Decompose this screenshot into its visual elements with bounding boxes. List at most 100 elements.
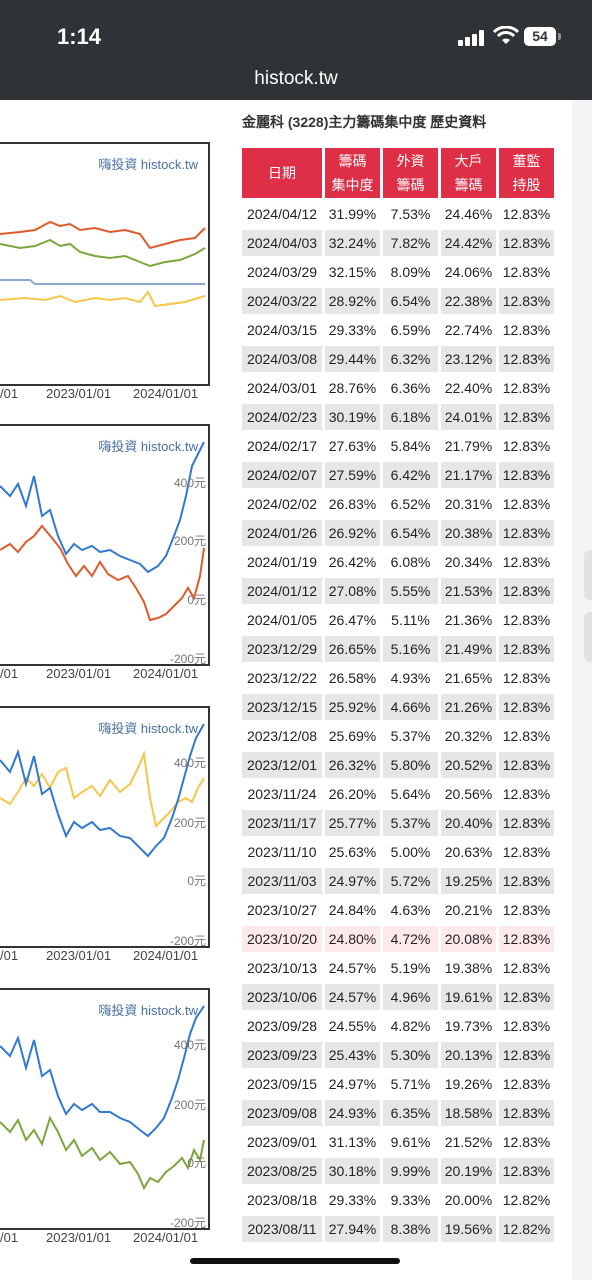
header-directors[interactable]: 董監 持股 bbox=[499, 148, 554, 198]
y-label: 400元 bbox=[173, 756, 206, 770]
cell-value: 4.72% bbox=[383, 926, 438, 952]
y-label: 0元 bbox=[187, 1156, 206, 1170]
cell-value: 30.18% bbox=[325, 1158, 380, 1184]
table-row: 2023/11/03 24.97% 5.72% 19.25% 12.83% bbox=[242, 868, 554, 894]
cell-value: 7.53% bbox=[390, 206, 431, 222]
cell-value: 6.32% bbox=[383, 346, 438, 372]
cell-value: 5.55% bbox=[383, 578, 438, 604]
cell-value: 24.06% bbox=[444, 264, 493, 280]
chart-3: 嗨投資 histock.tw 400元 200元 0元 -200元 /01 20… bbox=[0, 706, 210, 963]
table-row: 2024/02/02 26.83% 6.52% 20.31% 12.83% bbox=[242, 491, 554, 517]
cell-value: 25.43% bbox=[325, 1042, 380, 1068]
cell-value: 6.35% bbox=[383, 1100, 438, 1126]
cell-value: 24.97% bbox=[325, 868, 380, 894]
table-row: 2023/12/01 26.32% 5.80% 20.52% 12.83% bbox=[242, 752, 554, 778]
cell-value: 20.52% bbox=[441, 752, 496, 778]
cell-value: 12.83% bbox=[499, 984, 554, 1010]
cell-value: 9.99% bbox=[383, 1158, 438, 1184]
cell-date: 2023/08/25 bbox=[242, 1158, 322, 1184]
cell-value: 12.83% bbox=[502, 960, 551, 976]
cell-value: 5.71% bbox=[390, 1076, 431, 1092]
cell-date: 2024/01/05 bbox=[246, 612, 318, 628]
cell-value: 12.83% bbox=[499, 230, 554, 256]
cell-value: 22.38% bbox=[441, 288, 496, 314]
table-row: 2023/12/15 25.92% 4.66% 21.26% 12.83% bbox=[242, 694, 554, 720]
table-row: 2023/11/10 25.63% 5.00% 20.63% 12.83% bbox=[242, 839, 554, 865]
x-label: /01 bbox=[0, 1230, 19, 1245]
x-label: 2024/01/01 bbox=[133, 666, 199, 681]
chart-3-watermark: 嗨投資 histock.tw bbox=[98, 721, 198, 736]
cell-date: 2024/03/15 bbox=[246, 322, 318, 338]
side-tab[interactable] bbox=[584, 550, 592, 600]
cell-value: 27.08% bbox=[325, 578, 380, 604]
signal-icon bbox=[458, 30, 486, 46]
cell-value: 19.56% bbox=[441, 1216, 496, 1242]
header-date[interactable]: 日期 bbox=[242, 148, 322, 198]
cell-value: 12.83% bbox=[502, 496, 551, 512]
cell-value: 12.83% bbox=[499, 752, 554, 778]
y-label: -200元 bbox=[169, 1216, 206, 1230]
cell-date: 2024/04/03 bbox=[242, 230, 322, 256]
header-major-holders[interactable]: 大戶 籌碼 bbox=[441, 148, 496, 198]
cell-value: 21.53% bbox=[441, 578, 496, 604]
cell-value: 9.61% bbox=[390, 1134, 431, 1150]
cell-value: 27.63% bbox=[328, 438, 377, 454]
cell-value: 20.63% bbox=[444, 844, 493, 860]
side-tab[interactable] bbox=[584, 612, 592, 662]
chart-1: 嗨投資 histock.tw /01 2023/01/01 2024/01/01 bbox=[0, 142, 210, 401]
x-label: /01 bbox=[0, 948, 19, 963]
cell-value: 26.47% bbox=[328, 612, 377, 628]
cell-value: 28.92% bbox=[325, 288, 380, 314]
cell-value: 12.83% bbox=[502, 438, 551, 454]
cell-value: 26.58% bbox=[328, 670, 377, 686]
cell-value: 6.54% bbox=[383, 288, 438, 314]
cell-value: 24.42% bbox=[441, 230, 496, 256]
header-concentration[interactable]: 籌碼 集中度 bbox=[325, 148, 380, 198]
y-label: 200元 bbox=[173, 816, 206, 830]
cell-value: 21.17% bbox=[441, 462, 496, 488]
y-label: 0元 bbox=[187, 593, 206, 607]
cell-value: 12.83% bbox=[499, 520, 554, 546]
table-row: 2024/03/15 29.33% 6.59% 22.74% 12.83% bbox=[242, 317, 554, 343]
cell-value: 12.83% bbox=[502, 1076, 551, 1092]
table-row: 2023/11/17 25.77% 5.37% 20.40% 12.83% bbox=[242, 810, 554, 836]
cell-value: 22.74% bbox=[444, 322, 493, 338]
cell-value: 5.11% bbox=[391, 612, 430, 628]
cell-value: 24.97% bbox=[328, 1076, 377, 1092]
header-foreign[interactable]: 外資 籌碼 bbox=[383, 148, 438, 198]
cell-value: 24.57% bbox=[328, 960, 377, 976]
cell-value: 12.83% bbox=[499, 346, 554, 372]
cell-value: 25.63% bbox=[328, 844, 377, 860]
x-label: 2024/01/01 bbox=[133, 948, 199, 963]
cell-value: 12.83% bbox=[502, 1134, 551, 1150]
cell-value: 8.38% bbox=[383, 1216, 438, 1242]
table-row: 2024/02/07 27.59% 6.42% 21.17% 12.83% bbox=[242, 462, 554, 488]
cell-value: 19.73% bbox=[444, 1018, 493, 1034]
cell-value: 12.83% bbox=[502, 554, 551, 570]
table-row: 2024/01/26 26.92% 6.54% 20.38% 12.83% bbox=[242, 520, 554, 546]
cell-value: 12.83% bbox=[499, 404, 554, 430]
table-body: 2024/04/12 31.99% 7.53% 24.46% 12.83% 2024/04… bbox=[242, 201, 554, 1242]
cell-value: 24.84% bbox=[328, 902, 377, 918]
cell-value: 5.64% bbox=[390, 786, 431, 802]
url-bar[interactable]: histock.tw bbox=[0, 68, 592, 90]
cell-value: 19.25% bbox=[441, 868, 496, 894]
cell-value: 31.13% bbox=[328, 1134, 377, 1150]
table-row: 2024/02/17 27.63% 5.84% 21.79% 12.83% bbox=[242, 433, 554, 459]
home-indicator[interactable] bbox=[190, 1258, 400, 1264]
cell-value: 12.83% bbox=[499, 926, 554, 952]
cell-value: 12.83% bbox=[502, 206, 551, 222]
cell-value: 5.84% bbox=[390, 438, 431, 454]
cell-value: 18.58% bbox=[441, 1100, 496, 1126]
cell-value: 32.15% bbox=[328, 264, 377, 280]
table-row: 2024/01/05 26.47% 5.11% 21.36% 12.83% bbox=[242, 607, 554, 633]
cell-value: 12.83% bbox=[502, 322, 551, 338]
table-row: 2024/02/23 30.19% 6.18% 24.01% 12.83% bbox=[242, 404, 554, 430]
cell-value: 6.08% bbox=[390, 554, 431, 570]
cell-date: 2024/03/08 bbox=[242, 346, 322, 372]
table-row: 2023/12/22 26.58% 4.93% 21.65% 12.83% bbox=[242, 665, 554, 691]
cell-value: 12.83% bbox=[499, 578, 554, 604]
cell-value: 12.83% bbox=[499, 694, 554, 720]
cell-value: 20.40% bbox=[441, 810, 496, 836]
cell-value: 21.26% bbox=[441, 694, 496, 720]
